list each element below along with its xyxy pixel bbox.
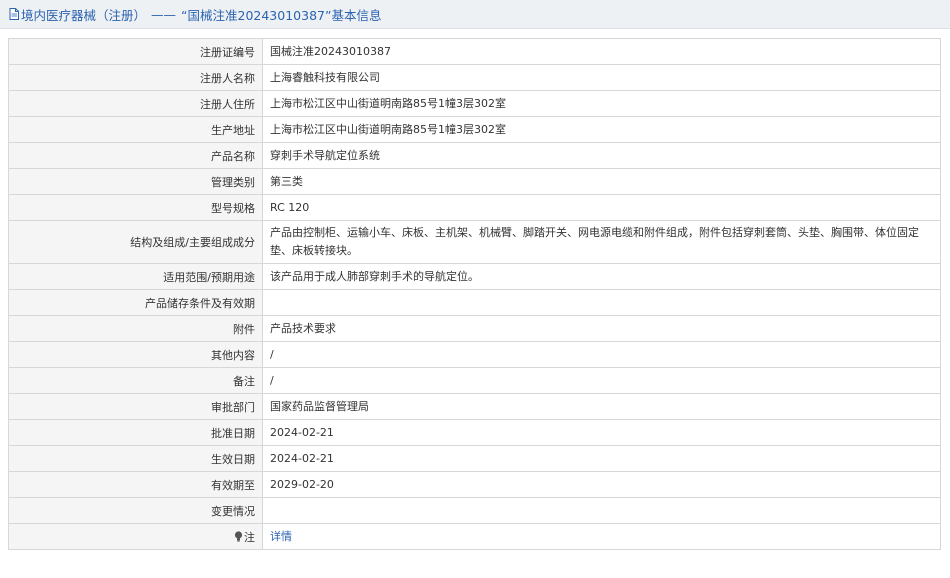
row-label: 注册人名称	[8, 64, 263, 91]
note-label: 注	[244, 530, 255, 544]
row-label: 结构及组成/主要组成成分	[8, 220, 263, 264]
row-label: 有效期至	[8, 471, 263, 498]
row-value: 国家药品监督管理局	[262, 393, 941, 420]
table-row: 注册证编号 国械注准20243010387	[8, 38, 941, 65]
note-label-cell: 注	[8, 523, 263, 550]
table-row: 产品名称 穿刺手术导航定位系统	[8, 142, 941, 169]
row-value: 穿刺手术导航定位系统	[262, 142, 941, 169]
header-title: “国械注准20243010387”基本信息	[181, 7, 382, 23]
header-separator: ——	[151, 6, 177, 22]
table-row: 产品储存条件及有效期	[8, 289, 941, 316]
table-row: 生效日期 2024-02-21	[8, 445, 941, 472]
row-value: 上海睿触科技有限公司	[262, 64, 941, 91]
row-label: 批准日期	[8, 419, 263, 446]
header-category: 境内医疗器械（注册）	[21, 7, 147, 23]
table-row: 注册人名称 上海睿触科技有限公司	[8, 64, 941, 91]
row-value: 该产品用于成人肺部穿刺手术的导航定位。	[262, 263, 941, 290]
row-label: 备注	[8, 367, 263, 394]
table-row: 结构及组成/主要组成成分 产品由控制柜、运输小车、床板、主机架、机械臂、脚踏开关、…	[8, 220, 941, 264]
row-value	[262, 497, 941, 524]
row-label: 附件	[8, 315, 263, 342]
info-table-container: 注册证编号 国械注准20243010387 注册人名称 上海睿触科技有限公司 注册人…	[8, 38, 941, 550]
table-row: 附件 产品技术要求	[8, 315, 941, 342]
row-label: 型号规格	[8, 194, 263, 221]
row-label: 审批部门	[8, 393, 263, 420]
table-row: 批准日期 2024-02-21	[8, 419, 941, 446]
table-row: 变更情况	[8, 497, 941, 524]
row-label: 注册证编号	[8, 38, 263, 65]
lightbulb-icon	[234, 530, 243, 542]
document-icon	[9, 8, 19, 20]
table-row: 有效期至 2029-02-20	[8, 471, 941, 498]
row-value: /	[262, 341, 941, 368]
table-row: 审批部门 国家药品监督管理局	[8, 393, 941, 420]
row-value: 2024-02-21	[262, 445, 941, 472]
row-label: 变更情况	[8, 497, 263, 524]
row-value: /	[262, 367, 941, 394]
table-row: 管理类别 第三类	[8, 168, 941, 195]
row-value: 2024-02-21	[262, 419, 941, 446]
table-row: 型号规格 RC 120	[8, 194, 941, 221]
table-row: 注册人住所 上海市松江区中山街道明南路85号1幢3层302室	[8, 90, 941, 117]
row-value: 产品由控制柜、运输小车、床板、主机架、机械臂、脚踏开关、网电源电缆和附件组成，附…	[262, 220, 941, 264]
table-row: 备注 /	[8, 367, 941, 394]
row-label: 产品储存条件及有效期	[8, 289, 263, 316]
note-value-cell: 详情	[262, 523, 941, 550]
info-table: 注册证编号 国械注准20243010387 注册人名称 上海睿触科技有限公司 注册人…	[8, 38, 941, 550]
row-value: 2029-02-20	[262, 471, 941, 498]
row-value: 上海市松江区中山街道明南路85号1幢3层302室	[262, 116, 941, 143]
row-label: 生产地址	[8, 116, 263, 143]
details-link[interactable]: 详情	[270, 530, 292, 543]
page-header: 境内医疗器械（注册） —— “国械注准20243010387”基本信息	[0, 0, 950, 29]
row-label: 注册人住所	[8, 90, 263, 117]
table-row: 适用范围/预期用途 该产品用于成人肺部穿刺手术的导航定位。	[8, 263, 941, 290]
table-row: 其他内容 /	[8, 341, 941, 368]
row-label: 管理类别	[8, 168, 263, 195]
row-value	[262, 289, 941, 316]
row-value: RC 120	[262, 194, 941, 221]
row-value: 产品技术要求	[262, 315, 941, 342]
row-value: 第三类	[262, 168, 941, 195]
table-row: 生产地址 上海市松江区中山街道明南路85号1幢3层302室	[8, 116, 941, 143]
row-value: 上海市松江区中山街道明南路85号1幢3层302室	[262, 90, 941, 117]
row-label: 适用范围/预期用途	[8, 263, 263, 290]
row-label: 其他内容	[8, 341, 263, 368]
row-label: 生效日期	[8, 445, 263, 472]
row-label: 产品名称	[8, 142, 263, 169]
row-value: 国械注准20243010387	[262, 38, 941, 65]
note-row: 注 详情	[8, 523, 941, 550]
